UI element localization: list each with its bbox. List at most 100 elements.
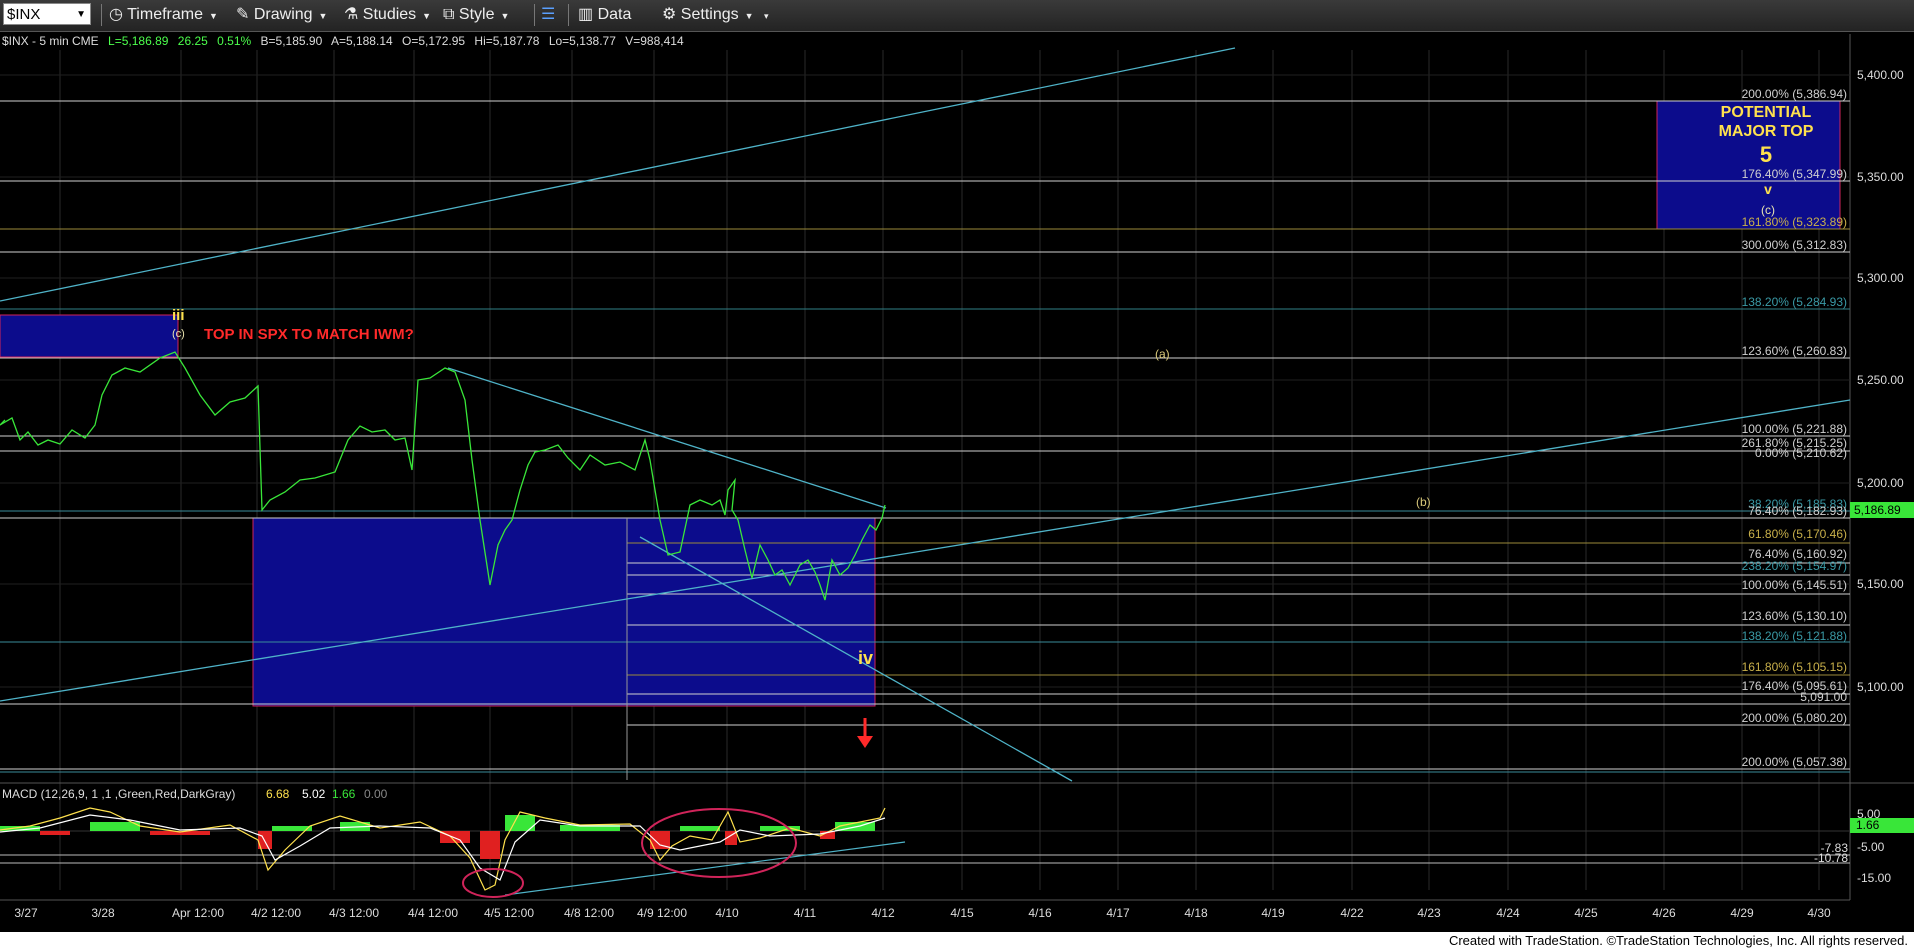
red-note: TOP IN SPX TO MATCH IWM? [204,326,414,343]
wave-iv-label: iv [858,648,873,668]
data-label: Data [597,6,632,23]
macd-highlight-ellipse [462,868,524,898]
macd-value: 6.68 [266,787,290,801]
chevron-down-icon: ▼ [500,11,510,21]
studies-label: Studies [362,6,417,23]
macd-extra-label: -10.78 [1814,851,1848,865]
price-tick: 5,400.00 [1857,68,1904,82]
drawing-label: Drawing [253,6,313,23]
time-tick: 4/3 12:00 [329,906,379,920]
time-tick: 4/9 12:00 [637,906,687,920]
bar-chart-icon: ▥ [578,6,594,23]
time-tick: 4/26 [1652,906,1676,920]
top-box-wave-v: v [1764,181,1772,197]
time-tick: 4/10 [715,906,739,920]
wave-c-label: (c) [172,328,185,340]
zero-value: 0.00 [364,787,388,801]
top-box-line2: MAJOR TOP [1719,123,1814,140]
fib-label: 123.60% (5,130.10) [1742,609,1847,623]
time-tick: 3/28 [91,906,115,920]
time-tick: 4/4 12:00 [408,906,458,920]
settings-button[interactable]: ⚙ Settings ▼ ▾ [662,5,769,25]
style-label: Style [458,6,495,23]
style-button[interactable]: ⧉ Style ▼ [443,5,509,25]
grid [59,34,1851,900]
fib-label: 161.80% (5,323.89) [1742,215,1847,229]
wave-iii-label: iii [172,307,185,324]
symbol-value: $INX [7,6,41,23]
time-tick: 4/23 [1417,906,1441,920]
time-tick: 3/27 [14,906,38,920]
toolbar-divider [568,4,569,26]
time-tick: 4/30 [1807,906,1831,920]
time-tick: 4/19 [1261,906,1285,920]
fib-label: 200.00% (5,057.38) [1742,755,1847,769]
time-tick: 4/2 12:00 [251,906,301,920]
symbol-field[interactable]: $INX ▼ [3,3,91,25]
layout-icon: ☰ [541,6,556,23]
style-icon: ⧉ [443,6,455,23]
chevron-down-icon: ▾ [763,11,769,21]
clock-icon: ◷ [109,6,123,23]
layout-button[interactable]: ☰ [541,5,555,25]
footer-credit: Created with TradeStation. ©TradeStation… [1448,933,1908,948]
macd-label: MACD (12,26,9, 1 ,1 ,Green,Red,DarkGray) [2,787,235,801]
time-tick: 4/17 [1106,906,1130,920]
fib-label: 5,091.00 [1800,690,1847,704]
chevron-down-icon: ▼ [744,11,754,21]
top-box-wave-c: (c) [1761,203,1775,217]
fib-label: 123.60% (5,260.83) [1742,344,1847,358]
fib-label: 200.00% (5,386.94) [1742,87,1847,101]
flask-icon: ⚗ [344,6,359,23]
chevron-down-icon: ▼ [76,9,86,20]
price-tick: 5,300.00 [1857,271,1904,285]
time-tick: 4/15 [950,906,974,920]
time-axis: 3/27 3/28 Apr 12:00 4/2 12:00 4/3 12:00 … [14,906,1831,920]
timeframe-label: Timeframe [127,6,203,23]
time-tick: 4/8 12:00 [564,906,614,920]
studies-button[interactable]: ⚗ Studies ▼ [344,5,431,25]
fib-label: 238.20% (5,154.97) [1742,559,1847,573]
footer: Created with TradeStation. ©TradeStation… [0,932,1914,949]
price-tick: 5,150.00 [1857,577,1904,591]
time-tick: 4/5 12:00 [484,906,534,920]
fib-label: 76.40% (5,182.93) [1748,504,1847,518]
fib-label: 300.00% (5,312.83) [1742,238,1847,252]
chevron-down-icon: ▼ [422,11,432,21]
macd-hist-badge-value: 1.66 [1856,818,1880,832]
time-tick: 4/24 [1496,906,1520,920]
macd-axis-tick: -15.00 [1857,871,1891,885]
wave-b-label: (b) [1416,495,1431,509]
fib-label: 161.80% (5,105.15) [1742,660,1847,674]
hist-value: 1.66 [332,787,356,801]
top-box-wave-5: 5 [1760,142,1772,167]
time-tick: 4/22 [1340,906,1364,920]
support-box [252,517,876,707]
top-box-line1: POTENTIAL [1721,104,1812,121]
fib-label: 100.00% (5,145.51) [1742,578,1847,592]
fib-label: 176.40% (5,347.99) [1742,167,1847,181]
timeframe-button[interactable]: ◷ Timeframe ▼ [109,5,218,25]
wave-iii-box [0,314,179,358]
time-tick: 4/18 [1184,906,1208,920]
chevron-down-icon: ▼ [208,11,218,21]
macd-header: MACD (12,26,9, 1 ,1 ,Green,Red,DarkGray)… [2,787,388,801]
toolbar: $INX ▼ ◷ Timeframe ▼ ✎ Drawing ▼ ⚗ Studies… [0,0,1914,32]
fib-label: 200.00% (5,080.20) [1742,711,1847,725]
wave-a-label: (a) [1155,347,1170,361]
data-button[interactable]: ▥ Data [578,5,631,25]
down-arrow-icon [857,718,873,748]
price-chart[interactable]: 5,400.00 5,350.00 5,300.00 5,250.00 5,20… [0,31,1914,932]
drawing-button[interactable]: ✎ Drawing ▼ [236,5,327,25]
price-axis: 5,400.00 5,350.00 5,300.00 5,250.00 5,20… [1857,68,1904,694]
macd-trendline [504,841,906,896]
time-tick: 4/12 [871,906,895,920]
toolbar-divider [534,4,535,26]
pencil-icon: ✎ [236,6,250,23]
time-tick: 4/29 [1730,906,1754,920]
fib-label: 138.20% (5,121.88) [1742,629,1847,643]
price-tick: 5,250.00 [1857,373,1904,387]
fib-label: 100.00% (5,221.88) [1742,422,1847,436]
settings-label: Settings [680,6,739,23]
time-tick: 4/25 [1574,906,1598,920]
